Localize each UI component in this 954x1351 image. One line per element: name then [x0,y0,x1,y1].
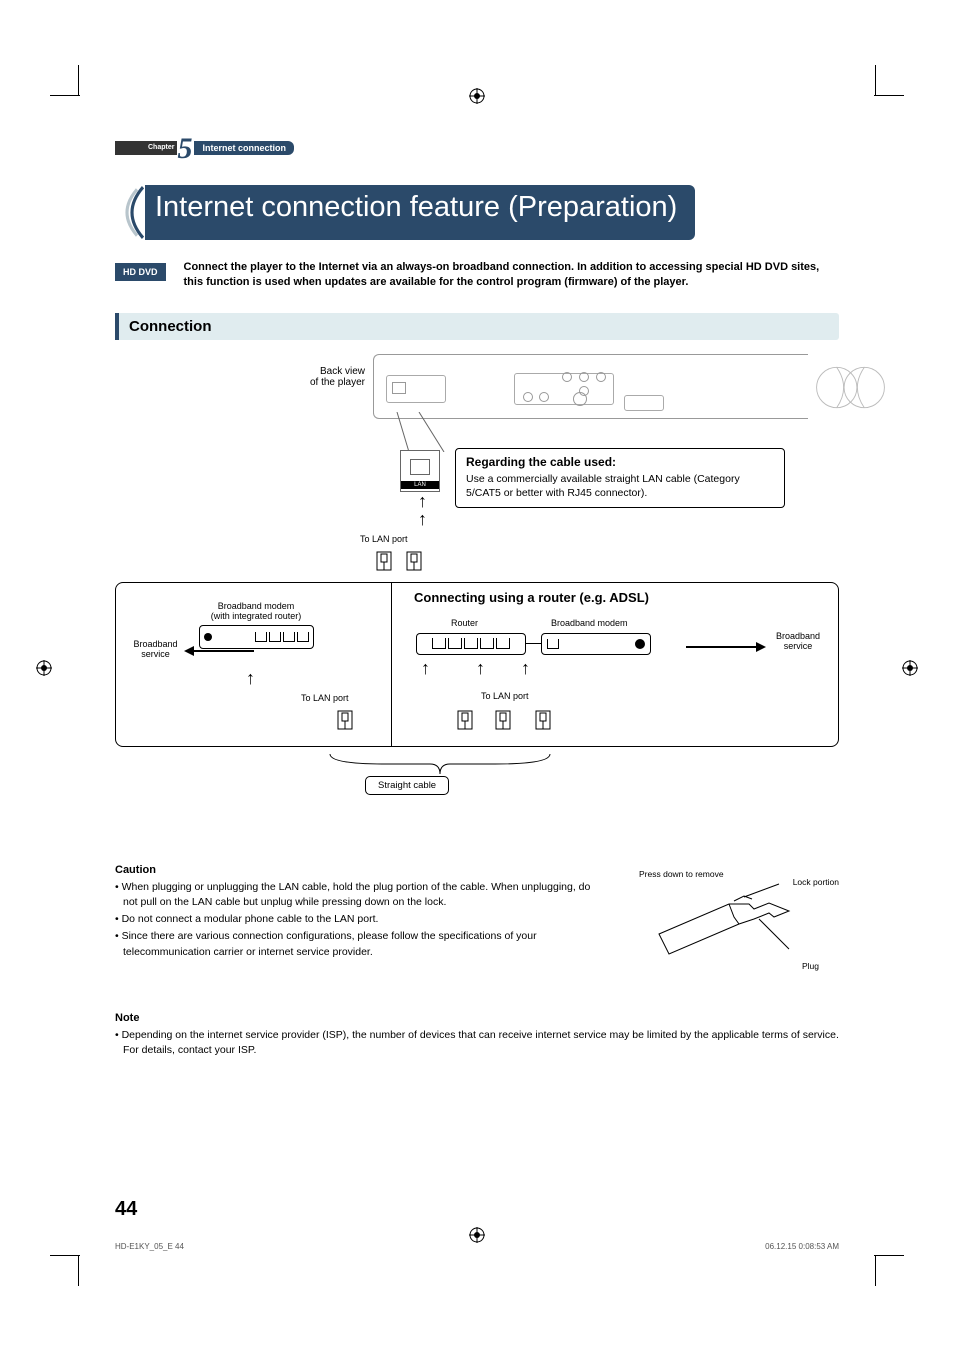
zoom-lines-icon [389,412,459,452]
arrow-up-icon: ↑ [476,661,485,675]
footer-right: 06.12.15 0:08:53 AM [765,1242,839,1251]
intro-text: Connect the player to the Internet via a… [184,260,839,291]
modem-integrated-label: Broadband modem (with integrated router) [211,601,302,621]
rj45-icon [336,709,354,731]
to-lan-port-label: To LAN port [481,691,529,701]
back-view-label: Back view of the player [275,366,365,388]
rj45-icon [494,709,512,731]
arrow-up-icon: ↑ [418,512,427,526]
arrow-up-icon: ↑ [418,494,427,508]
lan-label: LAN [401,481,439,489]
broadband-service-label: Broadband service [768,631,828,651]
rj45-icon [456,709,474,731]
crop-mark [50,1255,80,1256]
to-lan-port-label: To LAN port [301,693,349,703]
crop-mark [875,1256,876,1286]
crop-mark [78,1256,79,1286]
fan-icon [813,360,888,415]
modem-icon [541,633,651,655]
press-down-label: Press down to remove [639,869,724,879]
chapter-label: Chapter [145,141,177,155]
intro-row: HD DVD Connect the player to the Interne… [115,260,839,291]
lock-portion-label: Lock portion [793,877,839,887]
section-heading: Connection [115,313,839,340]
arrow-up-icon: ↑ [246,671,255,685]
brace-icon [325,754,555,774]
caution-item: Do not connect a modular phone cable to … [115,912,605,927]
page-number: 44 [115,1198,137,1221]
connection-options-box: Broadband modem (with integrated router)… [115,582,839,747]
arrow-left-icon [184,645,254,657]
arrow-right-icon [686,641,766,653]
caution-item: When plugging or unplugging the LAN cabl… [115,880,605,910]
chapter-section: Internet connection [194,141,294,155]
note-body: Depending on the internet service provid… [115,1028,839,1058]
cable-note-box: Regarding the cable used: Use a commerci… [455,448,785,508]
note-block: Note Depending on the internet service p… [115,1012,839,1058]
crop-mark [874,1255,904,1256]
arrow-up-icon: ↑ [521,661,530,675]
wire-icon [526,643,541,644]
caution-item: Since there are various connection confi… [115,929,605,959]
arrow-up-icon: ↑ [421,661,430,675]
title-curve-icon [115,185,145,240]
broadband-modem-label: Broadband modem [551,618,628,628]
hd-dvd-badge: HD DVD [115,263,166,281]
rj45-icon [375,550,393,572]
chapter-number: 5 [177,139,192,159]
page-title-row: Internet connection feature (Preparation… [115,185,839,240]
cable-note-heading: Regarding the cable used: [466,455,774,469]
page-title: Internet connection feature (Preparation… [145,185,695,240]
caution-block: Caution When plugging or unplugging the … [115,864,839,994]
registration-mark-icon [469,1227,485,1243]
note-heading: Note [115,1012,839,1024]
player-rear-icon [373,354,808,419]
lan-plug-diagram: Press down to remove Lock portion Plug [639,869,839,979]
broadband-service-label: Broadband service [128,639,183,659]
to-lan-port-label: To LAN port [360,534,408,544]
router-icon [416,633,526,655]
rj45-icon [405,550,423,572]
straight-cable-label: Straight cable [365,776,449,795]
cable-note-body: Use a commercially available straight LA… [466,472,774,501]
rj45-icon [534,709,552,731]
chapter-tab: Chapter 5 Internet connection [115,135,839,155]
router-section-title: Connecting using a router (e.g. ADSL) [414,590,649,605]
router-label: Router [451,618,478,628]
connection-diagram: Back view of the player LAN [115,354,839,844]
chapter-stripe [115,141,145,155]
lan-port-zoom-icon: LAN [400,450,440,492]
footer-left: HD-E1KY_05_E 44 [115,1242,184,1251]
divider [391,582,392,747]
plug-label: Plug [802,961,819,971]
